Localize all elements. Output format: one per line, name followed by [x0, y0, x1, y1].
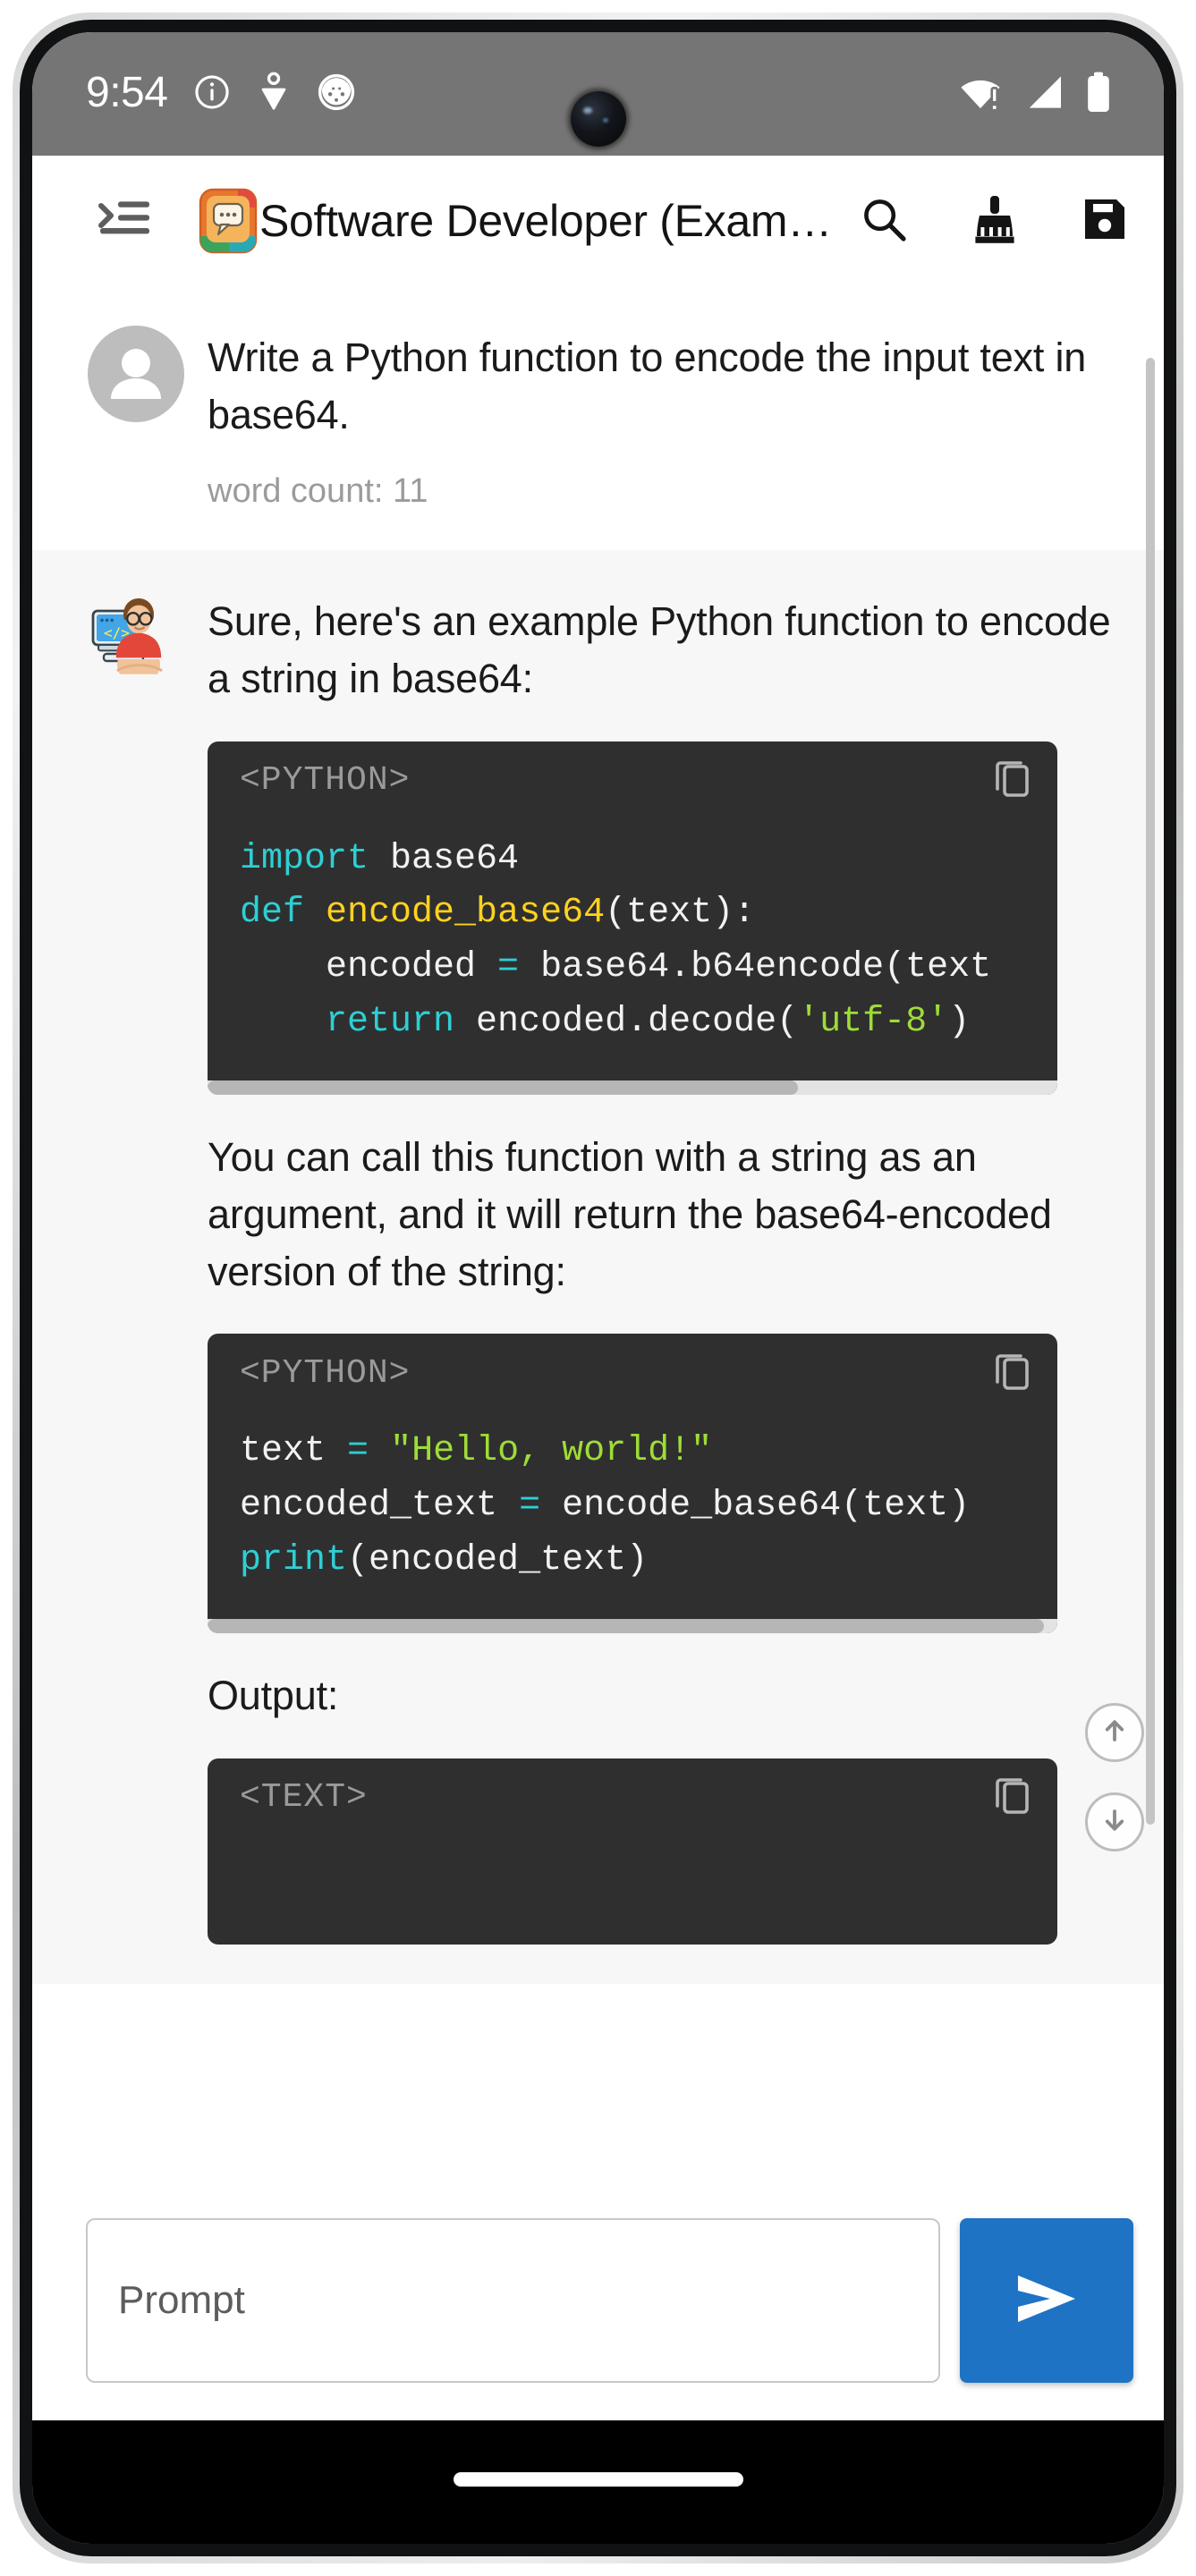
ladybug-icon: [316, 72, 357, 117]
camera-punch-hole: [570, 91, 626, 147]
code-token: encode_base64(text): [540, 1486, 971, 1527]
code-block-1-hscroll[interactable]: [208, 1080, 1057, 1095]
code-token: 'utf-8': [798, 1001, 949, 1042]
message-assistant-body: Sure, here's an example Python function …: [208, 589, 1128, 1945]
code-language-label: <PYTHON>: [240, 1353, 411, 1393]
assistant-paragraph-1: Sure, here's an example Python function …: [208, 597, 1111, 701]
message-user-body: Write a Python function to encode the in…: [208, 326, 1128, 511]
search-icon[interactable]: [859, 194, 909, 249]
cellular-signal-icon: [1024, 72, 1065, 116]
broom-icon[interactable]: [970, 193, 1020, 250]
code-token: =: [497, 947, 520, 988]
code-token: ): [948, 1001, 971, 1042]
code-block-1-header: <PYTHON>: [208, 741, 1057, 820]
code-token: encoded_text: [240, 1486, 520, 1527]
heartbeat-icon: [257, 72, 291, 117]
message-assistant: </> Sure, here's an example Python funct…: [32, 549, 1164, 1984]
send-button[interactable]: [960, 2218, 1133, 2383]
save-icon[interactable]: [1081, 195, 1129, 248]
word-count-label: word count: 11: [208, 471, 428, 510]
chat-scrollbar[interactable]: [1146, 358, 1155, 2093]
app-bar-actions: [859, 193, 1129, 250]
status-bar-left: 9:54: [86, 32, 357, 156]
code-block-2-hscroll[interactable]: [208, 1618, 1057, 1633]
code-token: encoded: [240, 947, 498, 988]
code-block-2-header: <PYTHON>: [208, 1334, 1057, 1412]
status-bar-right: [956, 32, 1112, 156]
code-line: def encode_base64(text):: [240, 886, 1057, 941]
home-gesture-pill[interactable]: [453, 2472, 743, 2487]
code-token: import: [240, 838, 369, 879]
scroll-to-top-button[interactable]: [1085, 1703, 1144, 1762]
code-line: return encoded.decode('utf-8'): [240, 996, 1057, 1050]
arrow-up-icon: [1099, 1716, 1130, 1750]
prompt-input[interactable]: Prompt: [86, 2218, 940, 2383]
user-avatar-icon: [88, 326, 184, 422]
send-arrow-icon: [1007, 2269, 1086, 2333]
user-message-text: Write a Python function to encode the in…: [208, 335, 1087, 437]
code-line: encoded_text = encode_base64(text): [240, 1479, 1057, 1534]
code-token: =: [519, 1486, 541, 1527]
message-user: Write a Python function to encode the in…: [32, 286, 1164, 550]
code-token: base64: [369, 838, 520, 879]
code-token: encode_base64: [326, 893, 606, 934]
code-block-1: <PYTHON> import base64 def encode_base64(…: [208, 741, 1057, 1095]
code-block-3-header: <TEXT>: [208, 1758, 1057, 1837]
code-token: (text):: [605, 893, 756, 934]
copy-icon[interactable]: [993, 1350, 1032, 1397]
info-circle-icon: [192, 72, 232, 116]
assistant-paragraph-2: You can call this function with a string…: [208, 1133, 1052, 1294]
code-token: def: [240, 893, 305, 934]
wifi-warning-icon: [956, 72, 1005, 116]
copy-icon[interactable]: [993, 1774, 1032, 1821]
code-line: text = "Hello, world!": [240, 1425, 1057, 1479]
code-token: return: [326, 1001, 455, 1042]
copy-icon[interactable]: [993, 757, 1032, 804]
assistant-paragraph-3: Output:: [208, 1672, 339, 1718]
code-block-2-content: text = "Hello, world!" encoded_text = enc…: [208, 1412, 1057, 1618]
developer-avatar-icon: </>: [88, 589, 184, 686]
arrow-down-icon: [1099, 1805, 1130, 1840]
chat-assistant-icon: [199, 188, 258, 254]
status-time: 9:54: [86, 69, 168, 116]
code-language-label: <TEXT>: [240, 1778, 368, 1818]
chat-scroll-area[interactable]: Write a Python function to encode the in…: [32, 286, 1164, 2181]
app-bar: Software Developer (Exam…: [32, 156, 1164, 286]
menu-open-icon[interactable]: [97, 196, 152, 247]
code-token: base64.b64encode(text: [519, 947, 992, 988]
code-token: text: [240, 1431, 348, 1472]
code-token: =: [347, 1431, 369, 1472]
code-token: print: [240, 1540, 348, 1581]
phone-screen: 9:54 Software Developer (Exam… Write a P…: [32, 32, 1164, 2544]
code-line: print(encoded_text): [240, 1534, 1057, 1589]
battery-full-icon: [1085, 71, 1112, 118]
status-bar: 9:54: [32, 32, 1164, 156]
page-title: Software Developer (Exam…: [259, 196, 832, 246]
code-block-3: <TEXT>: [208, 1758, 1057, 1945]
navigation-bar: [32, 2420, 1164, 2544]
code-block-1-content: import base64 def encode_base64(text): en…: [208, 820, 1057, 1080]
code-block-3-content: [208, 1837, 1057, 1945]
code-token: "Hello, world!": [390, 1431, 713, 1472]
code-language-label: <PYTHON>: [240, 761, 411, 801]
code-token: (encoded_text): [347, 1540, 649, 1581]
prompt-placeholder: Prompt: [118, 2278, 245, 2322]
code-line: encoded = base64.b64encode(text: [240, 941, 1057, 996]
phone-frame: 9:54 Software Developer (Exam… Write a P…: [0, 0, 1196, 2576]
prompt-bar: Prompt: [32, 2181, 1164, 2420]
code-line: import base64: [240, 833, 1057, 887]
scroll-to-bottom-button[interactable]: [1085, 1792, 1144, 1852]
code-block-2: <PYTHON> text = "Hello, world!" encoded_t…: [208, 1334, 1057, 1633]
code-token: encoded.decode(: [454, 1001, 799, 1042]
